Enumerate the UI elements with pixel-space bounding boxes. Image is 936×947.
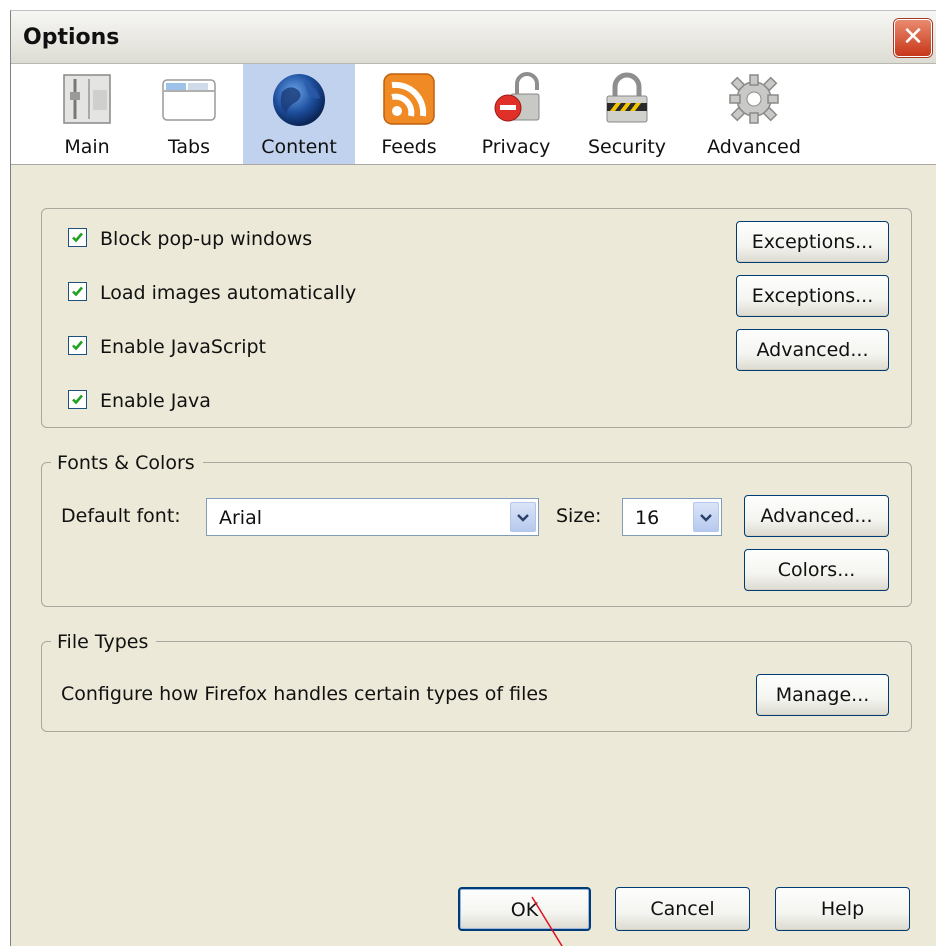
- security-padlock-icon: [606, 72, 648, 123]
- tab-content[interactable]: Content: [243, 64, 355, 164]
- block-popups-checkbox[interactable]: [68, 228, 87, 247]
- popup-exceptions-button-label: Exceptions...: [751, 231, 874, 253]
- privacy-lock-icon: [494, 72, 540, 122]
- file-types-legend: File Types: [51, 631, 157, 653]
- tab-tabs[interactable]: Tabs: [155, 64, 223, 164]
- checkmark-icon: [72, 340, 83, 351]
- tab-tabs-label: Tabs: [167, 136, 211, 158]
- enable-java-checkbox[interactable]: [68, 390, 87, 409]
- chevron-down-icon: [517, 514, 529, 522]
- default-font-label: Default font:: [61, 505, 181, 527]
- checkmark-icon: [72, 394, 83, 405]
- default-font-dropdown-button[interactable]: [510, 502, 536, 532]
- close-button[interactable]: ✕: [894, 19, 932, 57]
- cancel-button-label: Cancel: [650, 898, 715, 920]
- default-font-select[interactable]: Arial: [206, 498, 539, 536]
- chevron-down-icon: [700, 514, 712, 522]
- tab-privacy[interactable]: Privacy: [475, 64, 557, 164]
- category-toolbar: Main Tabs Content Feeds Privacy Security…: [11, 64, 936, 165]
- tab-feeds-label: Feeds: [381, 136, 437, 158]
- load-images-checkbox[interactable]: [68, 282, 87, 301]
- rss-feed-icon: [383, 73, 435, 125]
- file-types-description: Configure how Firefox handles certain ty…: [61, 683, 548, 705]
- tabs-icon: [162, 79, 216, 121]
- tab-advanced-label: Advanced: [707, 136, 801, 158]
- font-size-value: 16: [635, 507, 660, 529]
- tab-main-label: Main: [64, 136, 110, 158]
- window-title: Options: [23, 25, 120, 50]
- checkmark-icon: [72, 286, 83, 297]
- images-exceptions-button-label: Exceptions...: [751, 285, 874, 307]
- ok-button-label: OK: [510, 899, 539, 921]
- help-button-label: Help: [820, 898, 865, 920]
- close-icon: ✕: [902, 22, 924, 52]
- enable-javascript-label: Enable JavaScript: [100, 336, 266, 358]
- fonts-colors-legend: Fonts & Colors: [51, 452, 203, 474]
- tab-security-label: Security: [587, 136, 667, 158]
- colors-button-label: Colors...: [777, 559, 856, 581]
- tab-privacy-label: Privacy: [481, 136, 551, 158]
- title-bar[interactable]: Options ✕: [11, 11, 936, 64]
- checkmark-icon: [72, 232, 83, 243]
- manage-file-types-button[interactable]: Manage...: [756, 674, 889, 716]
- enable-javascript-checkbox[interactable]: [68, 336, 87, 355]
- javascript-advanced-button[interactable]: Advanced...: [736, 329, 889, 371]
- content-pane: Block pop-up windows Exceptions... Load …: [11, 165, 936, 947]
- fonts-advanced-button[interactable]: Advanced...: [744, 495, 889, 537]
- tab-security[interactable]: Security: [583, 64, 671, 164]
- enable-java-label: Enable Java: [100, 390, 211, 412]
- globe-icon: [273, 74, 325, 126]
- help-button[interactable]: Help: [775, 887, 910, 931]
- font-size-select[interactable]: 16: [622, 498, 722, 536]
- options-dialog: Options ✕ Main Tabs Content Feeds Privac…: [10, 10, 936, 946]
- main-settings-icon: [63, 74, 111, 124]
- default-font-value: Arial: [219, 507, 263, 529]
- gear-icon: [729, 74, 779, 124]
- ok-button[interactable]: OK: [458, 887, 591, 931]
- fonts-advanced-button-label: Advanced...: [760, 505, 873, 527]
- popup-exceptions-button[interactable]: Exceptions...: [736, 221, 889, 263]
- colors-button[interactable]: Colors...: [744, 549, 889, 591]
- javascript-advanced-button-label: Advanced...: [756, 339, 869, 361]
- images-exceptions-button[interactable]: Exceptions...: [736, 275, 889, 317]
- tab-main[interactable]: Main: [53, 64, 121, 164]
- font-size-dropdown-button[interactable]: [693, 502, 719, 532]
- size-label: Size:: [556, 505, 602, 527]
- cancel-button[interactable]: Cancel: [615, 887, 750, 931]
- tab-advanced[interactable]: Advanced: [701, 64, 807, 164]
- tab-content-label: Content: [261, 136, 337, 158]
- load-images-label: Load images automatically: [100, 282, 357, 304]
- block-popups-label: Block pop-up windows: [100, 228, 313, 250]
- manage-button-label: Manage...: [775, 684, 870, 706]
- tab-feeds[interactable]: Feeds: [375, 64, 443, 164]
